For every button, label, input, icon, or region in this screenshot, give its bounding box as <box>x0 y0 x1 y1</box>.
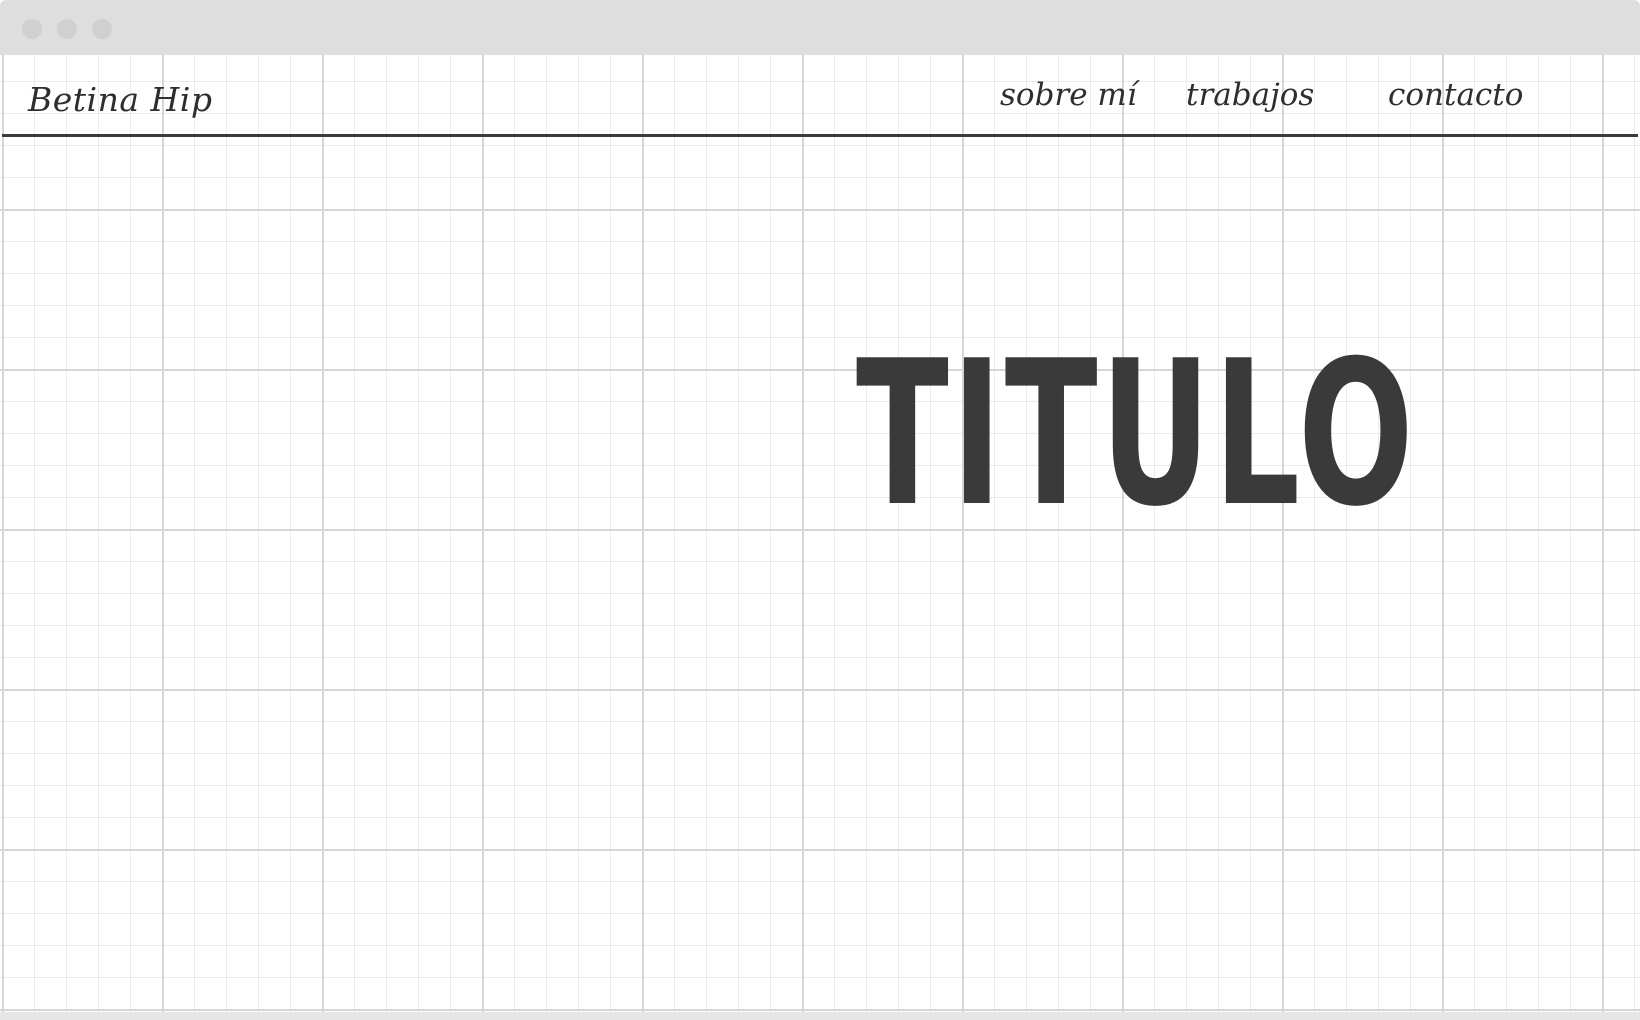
window-titlebar <box>0 0 1640 55</box>
site-brand-link[interactable]: Betina Hip <box>28 80 212 119</box>
header-divider <box>2 134 1638 137</box>
zoom-window-button[interactable] <box>92 19 112 39</box>
nav-link-about[interactable]: sobre mí <box>1000 77 1137 113</box>
hero-title: TITULO <box>856 318 1417 551</box>
nav-link-works[interactable]: trabajos <box>1186 77 1314 113</box>
close-window-button[interactable] <box>22 19 42 39</box>
nav-link-contact[interactable]: contacto <box>1388 77 1523 113</box>
browser-window: Betina Hip sobre mí trabajos contacto TI… <box>0 0 1640 1020</box>
window-bottom-edge <box>0 1012 1640 1020</box>
minimize-window-button[interactable] <box>57 19 77 39</box>
